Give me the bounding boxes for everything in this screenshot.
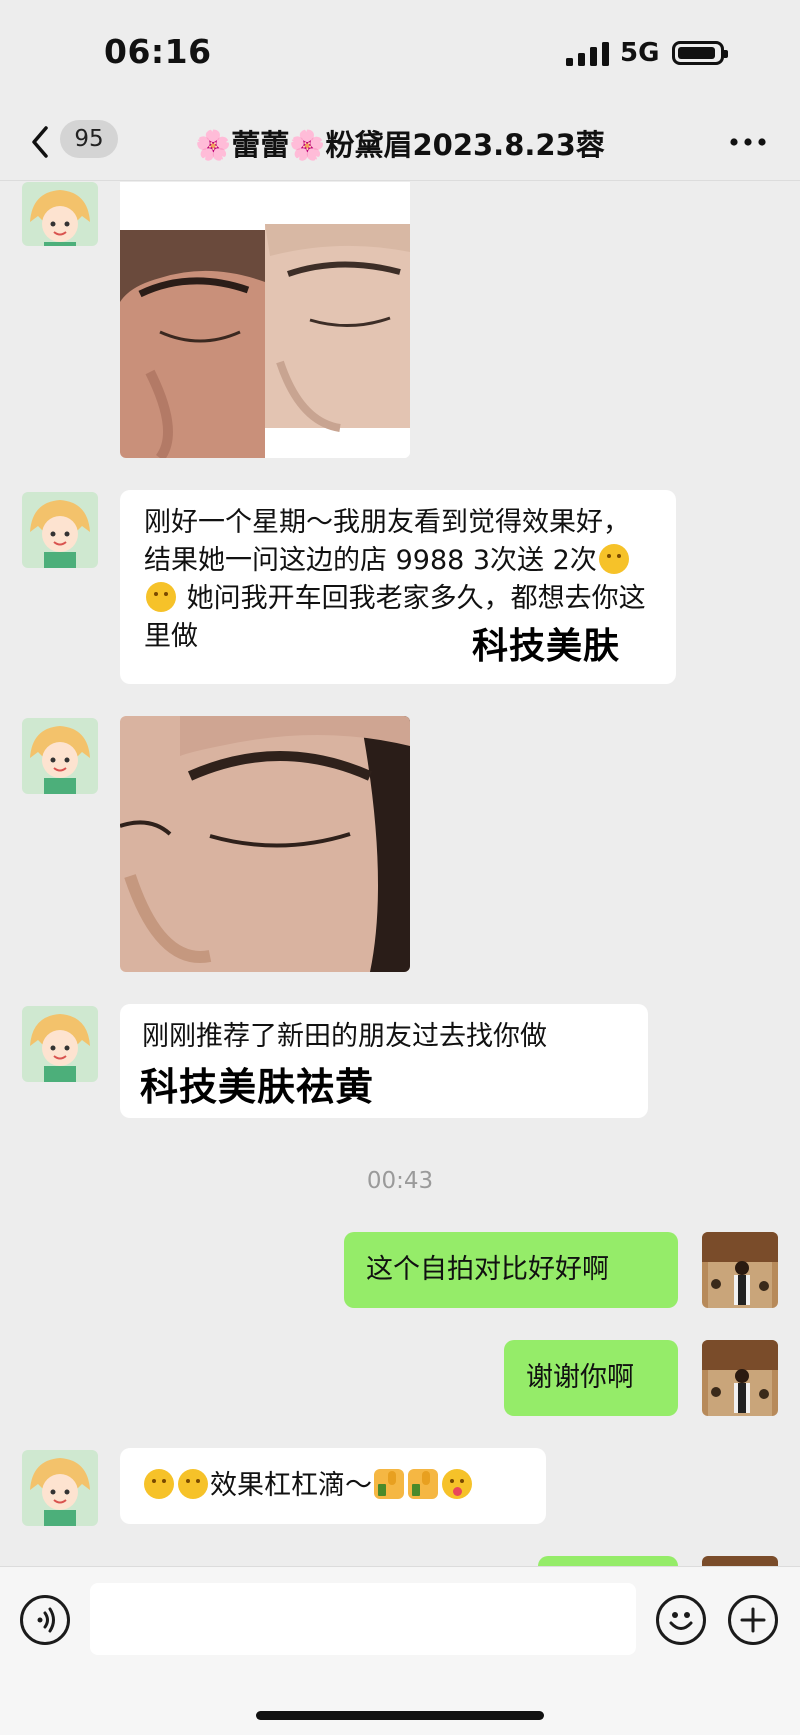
voice-icon[interactable] [20,1595,70,1645]
overlay-caption: 科技美肤 [472,626,621,667]
status-bar: 06:16 5G [0,0,800,104]
smirk-emoji-icon [178,1469,208,1499]
smirk-emoji-icon [146,582,176,612]
signal-icon [566,42,609,66]
message-text: 刚好一个星期～我朋友看到觉得效果好，结果她一问这边的店 9988 3次送 2次 [144,507,630,576]
message-bubble-incoming[interactable]: 刚好一个星期～我朋友看到觉得效果好，结果她一问这边的店 9988 3次送 2次 … [120,490,676,684]
emoji-icon[interactable] [656,1595,706,1645]
avatar-friend[interactable] [22,718,98,794]
smirk-emoji-icon [598,544,629,574]
unread-count-badge[interactable]: 95 [60,120,118,158]
avatar-self[interactable] [702,1232,778,1308]
message-bubble-outgoing[interactable]: 谢谢你啊 [504,1340,678,1416]
image-message-face[interactable] [120,716,410,972]
image-message-comparison[interactable] [120,182,410,458]
chat-header: 95 🌸蕾蕾🌸粉黛眉2023.8.23蓉 [0,104,800,181]
tongue-emoji-icon [442,1469,472,1499]
message-bubble-incoming[interactable]: 效果杠杠滴～ [120,1448,546,1524]
message-text: 这个自拍对比好好啊 [366,1254,609,1285]
message-text: 谢谢你啊 [526,1362,634,1393]
plus-icon[interactable] [728,1595,778,1645]
message-bubble-outgoing[interactable]: 这个自拍对比好好啊 [344,1232,678,1308]
message-bubble-incoming[interactable]: 刚刚推荐了新田的朋友过去找你做 科技美肤祛黄 [120,1004,648,1118]
network-type: 5G [620,38,660,68]
status-time: 06:16 [104,32,212,71]
smirk-emoji-icon [144,1469,174,1499]
message-text: 效果杠杠滴～ [210,1470,372,1501]
avatar-self[interactable] [702,1340,778,1416]
more-dots-icon[interactable] [728,132,768,152]
battery-icon [672,41,728,65]
input-bar [0,1566,800,1735]
overlay-caption: 科技美肤祛黄 [140,1065,375,1109]
message-timestamp: 00:43 [366,1168,434,1194]
chat-title: 🌸蕾蕾🌸粉黛眉2023.8.23蓉 [195,128,605,162]
avatar-friend[interactable] [22,182,98,246]
message-text: 刚刚推荐了新田的朋友过去找你做 [142,1021,547,1052]
avatar-friend[interactable] [22,1450,98,1526]
home-indicator [256,1711,544,1720]
message-input[interactable] [90,1583,636,1655]
thumbs-up-icon [374,1469,404,1499]
avatar-friend[interactable] [22,492,98,568]
avatar-friend[interactable] [22,1006,98,1082]
battery-level [678,47,715,59]
thumbs-up-icon [408,1469,438,1499]
chevron-left-icon[interactable] [24,122,60,162]
